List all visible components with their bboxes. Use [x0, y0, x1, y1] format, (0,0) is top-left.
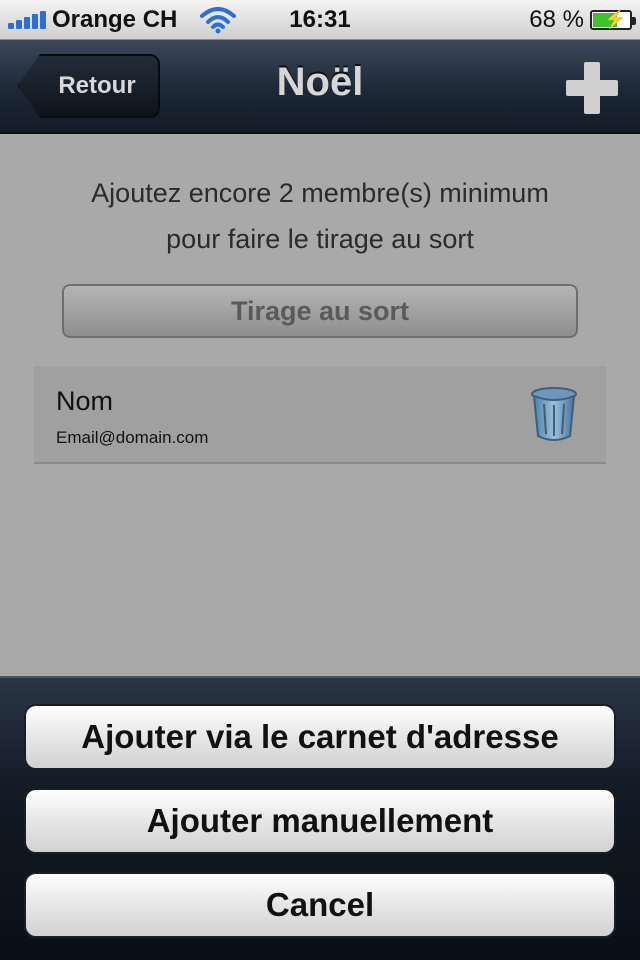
cancel-button[interactable]: Cancel: [24, 872, 616, 938]
back-button-label: Retour: [58, 72, 136, 99]
action-sheet: Ajouter via le carnet d'adresse Ajouter …: [0, 676, 640, 960]
add-manually-button[interactable]: Ajouter manuellement: [24, 788, 616, 854]
info-message: Ajoutez encore 2 membre(s) minimum pour …: [40, 170, 600, 262]
back-button[interactable]: Retour: [18, 54, 160, 118]
main-content: Ajoutez encore 2 membre(s) minimum pour …: [0, 134, 640, 676]
status-bar: Orange CH 16:31 68 % ⚡: [0, 0, 640, 40]
draw-button[interactable]: Tirage au sort: [62, 284, 578, 338]
info-line-2: pour faire le tirage au sort: [166, 224, 474, 254]
charging-bolt-icon: ⚡: [604, 9, 627, 29]
add-from-address-book-label: Ajouter via le carnet d'adresse: [81, 718, 559, 755]
member-name: Nom: [56, 386, 114, 416]
cancel-label: Cancel: [265, 886, 375, 923]
trash-icon[interactable]: [530, 386, 578, 442]
member-row[interactable]: Nom Email@domain.com: [34, 366, 606, 464]
battery-percent: 68 %: [529, 6, 584, 33]
add-member-button[interactable]: [566, 62, 618, 114]
navigation-bar: Retour Noël: [0, 40, 640, 134]
add-manually-label: Ajouter manuellement: [146, 802, 494, 839]
battery-charging-icon: ⚡: [590, 9, 636, 30]
info-line-1: Ajoutez encore 2 membre(s) minimum: [91, 178, 549, 208]
draw-button-label: Tirage au sort: [230, 295, 410, 326]
page-title: Noël: [276, 60, 364, 104]
member-email: Email@domain.com: [56, 428, 209, 447]
add-from-address-book-button[interactable]: Ajouter via le carnet d'adresse: [24, 704, 616, 770]
